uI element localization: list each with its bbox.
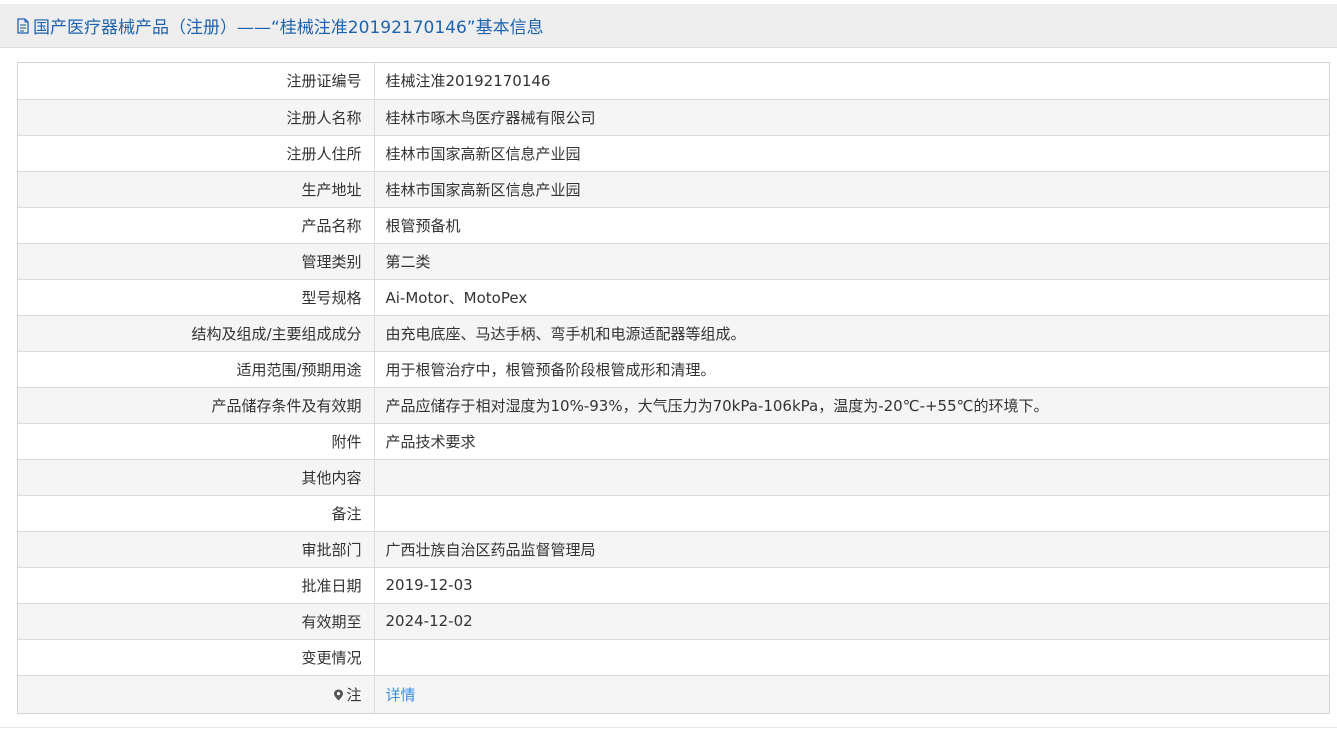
row-value: 第二类: [374, 243, 1329, 280]
table-row: 其他内容: [18, 459, 1329, 496]
note-row: 注 详情: [18, 675, 1329, 713]
table-row: 型号规格 Ai-Motor、MotoPex: [18, 279, 1329, 316]
table-row: 注册证编号 桂械注准20192170146: [18, 63, 1329, 100]
table-row: 注册人名称 桂林市啄木鸟医疗器械有限公司: [18, 99, 1329, 136]
bottom-divider: [0, 727, 1337, 728]
map-pin-icon: [334, 689, 344, 701]
row-value: [374, 495, 1329, 532]
row-label: 有效期至: [18, 603, 375, 640]
row-value: 产品应储存于相对湿度为10%-93%，大气压力为70kPa-106kPa，温度为…: [374, 387, 1329, 424]
row-label: 其他内容: [18, 459, 375, 496]
row-label: 产品储存条件及有效期: [18, 387, 375, 424]
row-value: 桂林市啄木鸟医疗器械有限公司: [374, 99, 1329, 136]
row-label: 型号规格: [18, 279, 375, 316]
table-row: 备注: [18, 495, 1329, 532]
table-row: 生产地址 桂林市国家高新区信息产业园: [18, 171, 1329, 208]
page-title-text: 国产医疗器械产品（注册）——“桂械注准20192170146”基本信息: [33, 18, 544, 38]
table-row: 有效期至 2024-12-02: [18, 603, 1329, 640]
table-row: 变更情况: [18, 639, 1329, 676]
row-label: 审批部门: [18, 531, 375, 568]
row-label: 产品名称: [18, 207, 375, 244]
row-value: [374, 639, 1329, 676]
note-label-cell: 注: [18, 675, 375, 713]
row-value: 根管预备机: [374, 207, 1329, 244]
row-value: 广西壮族自治区药品监督管理局: [374, 531, 1329, 568]
row-label: 注册人住所: [18, 135, 375, 172]
row-value: 由充电底座、马达手柄、弯手机和电源适配器等组成。: [374, 315, 1329, 352]
row-value: 2024-12-02: [374, 603, 1329, 640]
row-value: [374, 459, 1329, 496]
row-label: 变更情况: [18, 639, 375, 676]
row-value: 桂林市国家高新区信息产业园: [374, 135, 1329, 172]
row-value: 桂林市国家高新区信息产业园: [374, 171, 1329, 208]
row-value: 用于根管治疗中，根管预备阶段根管成形和清理。: [374, 351, 1329, 388]
note-value-cell: 详情: [374, 675, 1329, 713]
row-label: 附件: [18, 423, 375, 460]
table-row: 结构及组成/主要组成成分 由充电底座、马达手柄、弯手机和电源适配器等组成。: [18, 315, 1329, 352]
table-row: 附件 产品技术要求: [18, 423, 1329, 460]
header-bar: 国产医疗器械产品（注册）——“桂械注准20192170146”基本信息: [0, 4, 1337, 48]
table-row: 批准日期 2019-12-03: [18, 567, 1329, 604]
table-row: 管理类别 第二类: [18, 243, 1329, 280]
row-label: 批准日期: [18, 567, 375, 604]
row-label: 注册证编号: [18, 63, 375, 100]
row-label: 管理类别: [18, 243, 375, 280]
info-table: 注册证编号 桂械注准20192170146 注册人名称 桂林市啄木鸟医疗器械有限公司…: [17, 62, 1330, 714]
info-table-body: 注册证编号 桂械注准20192170146 注册人名称 桂林市啄木鸟医疗器械有限公司…: [18, 63, 1329, 713]
table-row: 审批部门 广西壮族自治区药品监督管理局: [18, 531, 1329, 568]
page: 国产医疗器械产品（注册）——“桂械注准20192170146”基本信息 注册证编…: [0, 0, 1337, 729]
row-label: 注册人名称: [18, 99, 375, 136]
note-label: 注: [346, 685, 362, 704]
row-label: 结构及组成/主要组成成分: [18, 315, 375, 352]
row-label: 适用范围/预期用途: [18, 351, 375, 388]
details-link[interactable]: 详情: [386, 686, 416, 704]
table-row: 产品名称 根管预备机: [18, 207, 1329, 244]
row-value: 产品技术要求: [374, 423, 1329, 460]
row-value: 2019-12-03: [374, 567, 1329, 604]
row-value: Ai-Motor、MotoPex: [374, 279, 1329, 316]
table-row: 注册人住所 桂林市国家高新区信息产业园: [18, 135, 1329, 172]
row-label: 备注: [18, 495, 375, 532]
row-label: 生产地址: [18, 171, 375, 208]
table-row: 产品储存条件及有效期 产品应储存于相对湿度为10%-93%，大气压力为70kPa-…: [18, 387, 1329, 424]
row-value: 桂械注准20192170146: [374, 63, 1329, 100]
table-row: 适用范围/预期用途 用于根管治疗中，根管预备阶段根管成形和清理。: [18, 351, 1329, 388]
document-icon: [17, 17, 29, 34]
page-title: 国产医疗器械产品（注册）——“桂械注准20192170146”基本信息: [16, 13, 544, 38]
